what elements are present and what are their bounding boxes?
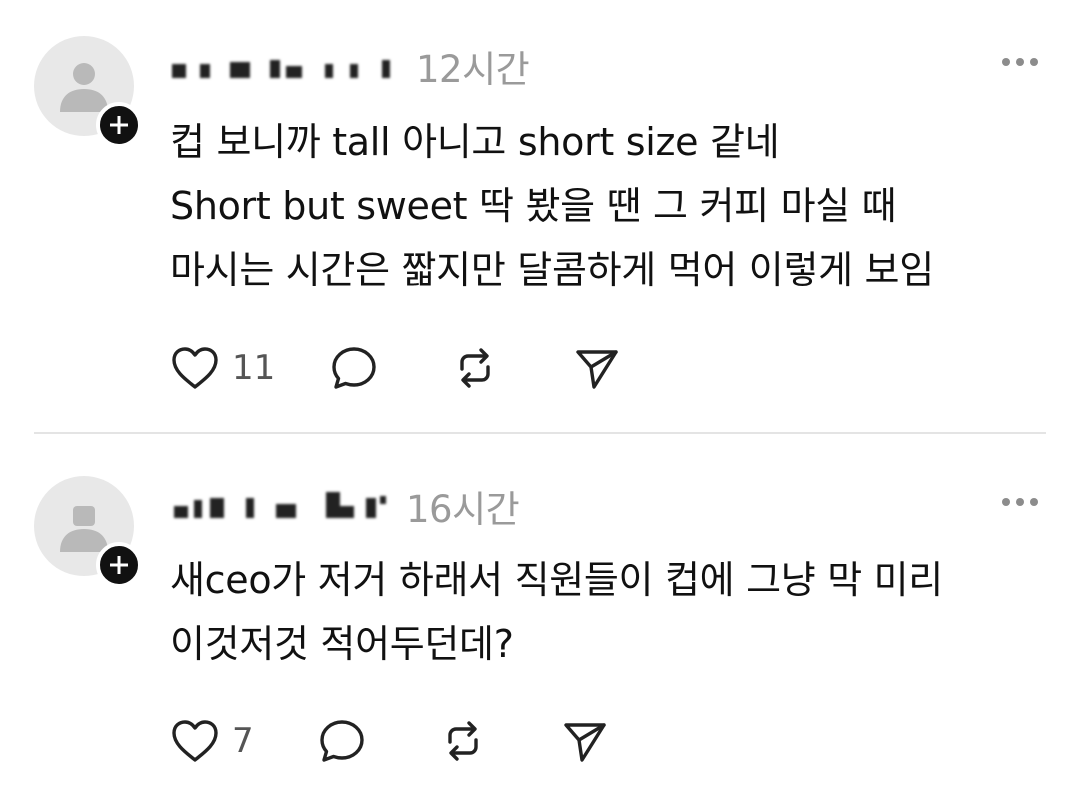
follow-button[interactable] — [96, 102, 142, 148]
heart-icon — [172, 347, 218, 389]
action-bar: 7 — [170, 716, 620, 766]
share-button[interactable] — [560, 718, 620, 764]
action-bar: 11 — [170, 343, 632, 393]
pixelated-username — [172, 60, 390, 78]
post-header: 12시간 — [170, 36, 1038, 96]
heart-icon — [172, 720, 218, 762]
post-header: 16시간 — [170, 476, 1038, 536]
repost-icon — [460, 348, 490, 388]
like-count: 11 — [232, 348, 276, 388]
timestamp: 12시간 — [416, 48, 530, 91]
more-options-icon[interactable] — [1002, 498, 1038, 506]
comment-icon — [332, 347, 376, 389]
reply-post: 16시간 새ceo가 저거 하래서 직원들이 컵에 그냥 막 미리 이것저것 적… — [0, 434, 1078, 792]
plus-icon — [110, 556, 128, 574]
comment-button[interactable] — [318, 718, 440, 764]
repost-button[interactable] — [440, 718, 560, 764]
post-text: 새ceo가 저거 하래서 직원들이 컵에 그냥 막 미리 이것저것 적어두던데? — [170, 548, 1048, 676]
timestamp: 16시간 — [406, 488, 520, 531]
repost-button[interactable] — [452, 345, 572, 391]
username-redacted[interactable] — [170, 486, 400, 526]
post-text-line: 마시는 시간은 짧지만 달콤하게 먹어 이렇게 보임 — [170, 248, 934, 292]
comment-button[interactable] — [330, 345, 452, 391]
post-text-line: 이것저것 적어두던데? — [170, 622, 514, 666]
pixelated-username — [174, 492, 386, 518]
like-button[interactable]: 7 — [170, 718, 318, 764]
more-options-icon[interactable] — [1002, 58, 1038, 66]
post-text-line: 컵 보니까 tall 아니고 short size 같네 — [170, 120, 780, 164]
share-button[interactable] — [572, 345, 632, 391]
post-text-line: 새ceo가 저거 하래서 직원들이 컵에 그냥 막 미리 — [170, 558, 943, 602]
username-redacted[interactable] — [170, 46, 410, 86]
post-text-line: Short but sweet 딱 봤을 땐 그 커피 마실 때 — [170, 184, 897, 228]
follow-button[interactable] — [96, 542, 142, 588]
post-text: 컵 보니까 tall 아니고 short size 같네 Short but s… — [170, 110, 1048, 302]
share-icon — [576, 350, 618, 389]
plus-icon — [110, 116, 128, 134]
reply-post: 12시간 컵 보니까 tall 아니고 short size 같네 Short … — [0, 0, 1078, 432]
comment-icon — [320, 720, 364, 762]
share-icon — [564, 723, 606, 762]
repost-icon — [448, 721, 478, 761]
like-button[interactable]: 11 — [170, 345, 330, 391]
like-count: 7 — [232, 721, 254, 761]
